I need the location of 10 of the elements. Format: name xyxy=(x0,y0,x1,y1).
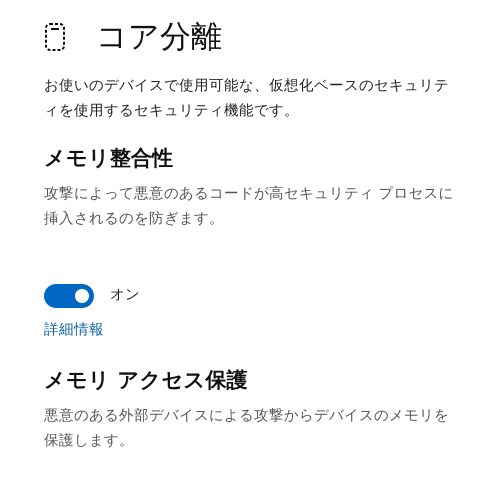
section-description: 攻撃によって悪意のあるコードが高セキュリティ プロセスに挿入されるのを防ぎます。 xyxy=(44,184,455,229)
page-description: お使いのデバイスで使用可能な、仮想化ベースのセキュリティを使用するセキュリティ機能です。 xyxy=(44,77,450,121)
toggle-label: オン xyxy=(110,286,140,306)
device-icon xyxy=(44,22,66,52)
section-heading: メモリ アクセス保護 xyxy=(44,366,248,394)
section-heading: メモリ整合性 xyxy=(44,145,174,172)
toggle-switch[interactable] xyxy=(44,284,94,308)
more-info-link[interactable]: 詳細情報 xyxy=(44,320,104,342)
page-title: コア分離 xyxy=(96,18,222,57)
section-description: 悪意のある外部デバイスによる攻撃からデバイスのメモリを保護します。 xyxy=(44,406,450,451)
